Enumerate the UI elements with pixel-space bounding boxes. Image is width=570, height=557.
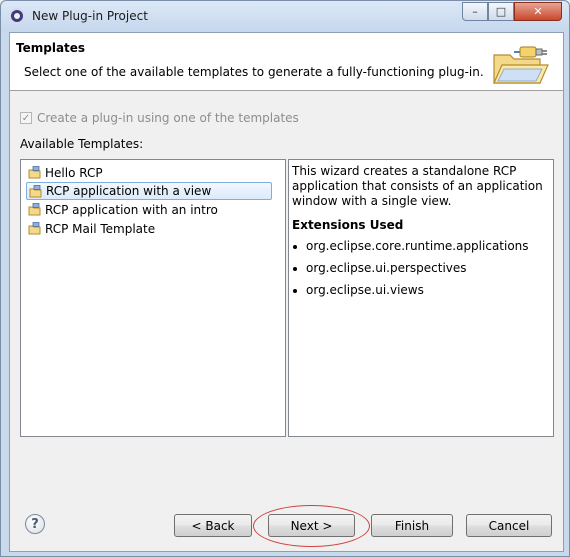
help-button[interactable]: ? xyxy=(25,514,45,534)
template-item-rcp-intro[interactable]: RCP application with an intro xyxy=(26,201,272,219)
available-templates-label: Available Templates: xyxy=(20,137,144,151)
extension-item: org.eclipse.ui.perspectives xyxy=(292,261,550,283)
minimize-icon: – xyxy=(472,5,478,18)
plugin-folder-icon xyxy=(493,46,549,84)
template-item-label: RCP Mail Template xyxy=(45,222,156,236)
plugin-template-icon xyxy=(28,203,41,216)
extension-label: org.eclipse.core.runtime.applications xyxy=(306,239,529,253)
bullet-icon xyxy=(293,267,297,271)
bullet-icon xyxy=(293,245,297,249)
eclipse-icon xyxy=(9,8,25,24)
template-description-panel: This wizard creates a standalone RCP app… xyxy=(288,159,554,437)
template-item-label: RCP application with a view xyxy=(46,184,212,198)
use-template-checkbox[interactable]: ✓ xyxy=(20,112,32,124)
template-item-label: RCP application with an intro xyxy=(45,203,218,217)
use-template-label: Create a plug-in using one of the templa… xyxy=(37,111,299,125)
title-bar[interactable]: New Plug-in Project – □ ✕ xyxy=(1,1,569,31)
finish-button-label: Finish xyxy=(394,518,430,533)
cancel-button[interactable]: Cancel xyxy=(466,514,552,537)
use-template-checkbox-row[interactable]: ✓ Create a plug-in using one of the temp… xyxy=(20,111,299,125)
page-description: Select one of the available templates to… xyxy=(24,65,484,79)
back-button-label: < Back xyxy=(191,518,235,533)
maximize-icon: □ xyxy=(495,5,507,18)
plugin-template-icon xyxy=(29,185,42,198)
maximize-button[interactable]: □ xyxy=(488,2,514,21)
template-item-label: Hello RCP xyxy=(45,166,103,180)
templates-list[interactable]: Hello RCP RCP application with a view RC… xyxy=(20,159,286,437)
template-item-rcp-mail[interactable]: RCP Mail Template xyxy=(26,220,272,238)
plugin-template-icon xyxy=(28,222,41,235)
next-button[interactable]: Next > xyxy=(268,514,355,537)
wizard-banner: Templates Select one of the available te… xyxy=(10,33,563,91)
next-button-label: Next > xyxy=(290,518,333,533)
help-icon: ? xyxy=(31,516,39,532)
dialog-body: Templates Select one of the available te… xyxy=(9,32,564,552)
extension-label: org.eclipse.ui.perspectives xyxy=(306,261,467,275)
cancel-button-label: Cancel xyxy=(488,518,530,533)
close-button[interactable]: ✕ xyxy=(514,2,562,21)
page-title: Templates xyxy=(16,41,86,55)
template-description-text: This wizard creates a standalone RCP app… xyxy=(292,164,543,208)
window-title: New Plug-in Project xyxy=(32,9,148,23)
minimize-button[interactable]: – xyxy=(462,2,488,21)
template-item-rcp-view[interactable]: RCP application with a view xyxy=(26,182,272,200)
plugin-template-icon xyxy=(28,166,41,179)
back-button[interactable]: < Back xyxy=(174,514,252,537)
wizard-window: New Plug-in Project – □ ✕ Templates Sele… xyxy=(0,0,570,557)
extension-label: org.eclipse.ui.views xyxy=(306,283,424,297)
extension-item: org.eclipse.ui.views xyxy=(292,283,550,305)
template-item-hello-rcp[interactable]: Hello RCP xyxy=(26,164,272,182)
extensions-list: org.eclipse.core.runtime.applications or… xyxy=(292,239,550,305)
extensions-heading: Extensions Used xyxy=(292,218,404,232)
close-icon: ✕ xyxy=(533,5,543,18)
extension-item: org.eclipse.core.runtime.applications xyxy=(292,239,550,261)
finish-button[interactable]: Finish xyxy=(371,514,453,537)
bullet-icon xyxy=(293,289,297,293)
